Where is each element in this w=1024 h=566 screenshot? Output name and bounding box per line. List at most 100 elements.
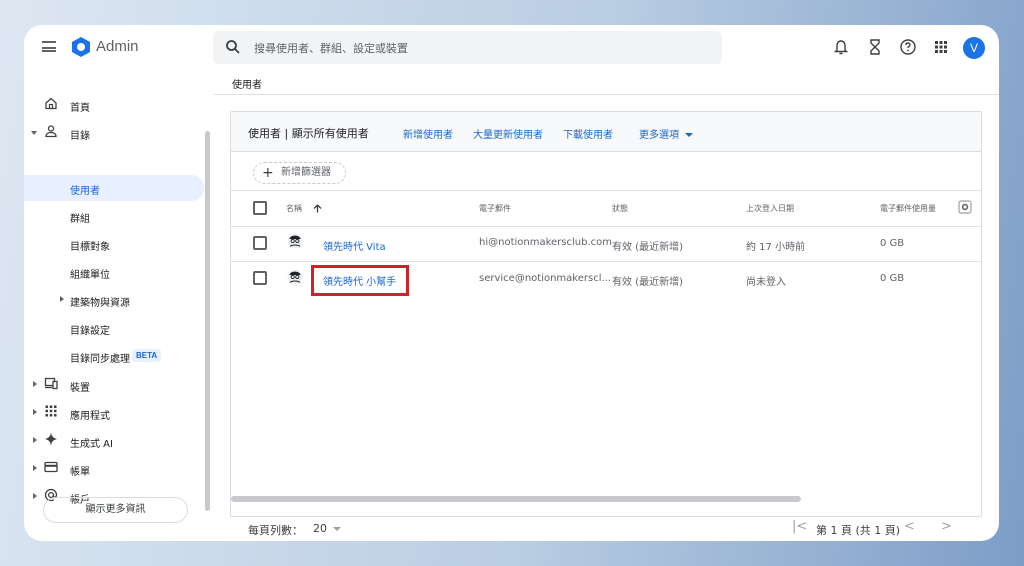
sidebar-item-generative-ai[interactable]: 生成式 AI	[24, 428, 204, 454]
more-options-button[interactable]: 更多選項	[639, 126, 693, 141]
horizontal-scrollbar[interactable]	[231, 496, 801, 502]
divider	[231, 190, 981, 191]
column-header-storage[interactable]: 電子郵件使用量	[880, 203, 936, 214]
sidebar-item-groups[interactable]: 群組	[24, 203, 204, 229]
user-email: service@notionmakerscl...	[479, 273, 612, 284]
column-header-last-login[interactable]: 上次登入日期	[746, 203, 794, 214]
sidebar-item-label: 裝置	[70, 383, 90, 394]
search-bar[interactable]: 搜尋使用者、群組、設定或裝置	[213, 31, 722, 64]
sidebar-item-buildings-resources[interactable]: 建築物與資源	[24, 287, 204, 313]
search-icon[interactable]	[225, 39, 241, 55]
apps-icon	[45, 405, 57, 417]
bell-icon[interactable]	[832, 38, 850, 56]
sidebar-item-label: 組織單位	[70, 270, 110, 281]
panel-title: 使用者 | 顯示所有使用者	[248, 127, 369, 140]
dropdown-arrow-icon	[685, 133, 693, 137]
sidebar-item-directory-settings[interactable]: 目錄設定	[24, 315, 204, 341]
sidebar: 首頁 目錄 使用者 群組 目標對象 組織單位 建築物與資源 目錄設定 目錄同步處…	[24, 75, 214, 541]
add-filter-label: 新增篩選器	[281, 167, 331, 178]
sidebar-item-devices[interactable]: 裝置	[24, 372, 204, 398]
sidebar-item-label: 帳單	[70, 467, 90, 478]
rows-per-page-value: 20	[313, 522, 327, 535]
sidebar-item-label: 群組	[70, 214, 90, 225]
download-users-button[interactable]: 下載使用者	[563, 126, 613, 141]
show-more-button[interactable]: 顯示更多資訊	[43, 497, 188, 523]
sidebar-item-directory-sync[interactable]: 目錄同步處理 BETA	[24, 343, 204, 369]
previous-page-icon[interactable]: <	[904, 519, 915, 534]
panel-header: 使用者 | 顯示所有使用者 新增使用者 大量更新使用者 下載使用者 更多選項	[231, 112, 981, 152]
sidebar-item-apps[interactable]: 應用程式	[24, 400, 204, 426]
billing-icon	[44, 461, 58, 473]
person-icon	[45, 125, 57, 138]
add-user-button[interactable]: 新增使用者	[403, 126, 453, 141]
sidebar-item-billing[interactable]: 帳單	[24, 456, 204, 482]
sort-up-icon[interactable]	[313, 204, 322, 213]
menu-icon[interactable]	[42, 41, 56, 52]
help-icon[interactable]	[899, 38, 917, 56]
rows-per-page-select[interactable]: 20	[313, 522, 341, 535]
row-checkbox[interactable]	[253, 236, 267, 250]
sidebar-item-label: 目錄	[70, 131, 90, 142]
sidebar-item-home[interactable]: 首頁	[24, 92, 204, 118]
chevron-right-icon[interactable]	[60, 296, 64, 302]
hourglass-icon[interactable]	[866, 38, 884, 56]
chevron-right-icon[interactable]	[33, 465, 37, 471]
breadcrumb[interactable]: 使用者	[232, 76, 262, 91]
sidebar-item-label: 目標對象	[70, 242, 110, 253]
user-storage: 0 GB	[880, 273, 905, 284]
row-checkbox[interactable]	[253, 271, 267, 285]
user-last-login: 尚未登入	[746, 277, 786, 288]
page-info: 第 1 頁 (共 1 頁)	[816, 524, 901, 537]
chevron-right-icon[interactable]	[33, 381, 37, 387]
chevron-right-icon[interactable]	[33, 493, 37, 499]
rows-per-page-label: 每頁列數：	[248, 524, 303, 537]
search-input[interactable]: 搜尋使用者、群組、設定或裝置	[254, 40, 408, 56]
sparkle-icon	[44, 432, 58, 446]
sidebar-item-users[interactable]: 使用者	[24, 175, 204, 201]
chevron-right-icon[interactable]	[33, 437, 37, 443]
next-page-icon[interactable]: >	[941, 519, 952, 534]
sidebar-item-label: 首頁	[70, 103, 90, 114]
home-icon	[45, 97, 57, 110]
dropdown-arrow-icon	[333, 527, 341, 531]
sidebar-item-directory[interactable]: 目錄	[24, 120, 204, 146]
plus-icon: +	[262, 165, 274, 181]
user-status: 有效 (最近新增)	[612, 242, 683, 253]
admin-console-window: Admin 搜尋使用者、群組、設定或裝置 V 首頁 目錄 使用者 群組 目標對象…	[24, 25, 999, 541]
users-panel: 使用者 | 顯示所有使用者 新增使用者 大量更新使用者 下載使用者 更多選項 +…	[230, 111, 982, 517]
more-options-label: 更多選項	[639, 130, 679, 141]
highlight-box	[311, 265, 409, 296]
column-header-name[interactable]: 名稱	[286, 203, 302, 214]
sidebar-item-label: 生成式 AI	[70, 439, 113, 450]
sidebar-scrollbar[interactable]	[205, 131, 210, 511]
app-title[interactable]: Admin	[96, 38, 139, 55]
apps-grid-icon[interactable]	[932, 38, 950, 56]
devices-icon	[44, 377, 58, 390]
sidebar-item-label: 建築物與資源	[70, 298, 130, 309]
sidebar-item-org-units[interactable]: 組織單位	[24, 259, 204, 285]
user-avatar-icon	[287, 233, 303, 249]
user-storage: 0 GB	[880, 238, 905, 249]
chevron-down-icon[interactable]	[31, 131, 37, 135]
select-all-checkbox[interactable]	[253, 201, 267, 215]
sidebar-item-label: 使用者	[70, 186, 100, 197]
divider	[214, 94, 999, 95]
column-header-email[interactable]: 電子郵件	[479, 203, 511, 214]
column-header-status[interactable]: 狀態	[612, 203, 628, 214]
chevron-right-icon[interactable]	[33, 409, 37, 415]
bulk-update-users-button[interactable]: 大量更新使用者	[473, 126, 543, 141]
first-page-icon[interactable]: |<	[792, 519, 807, 534]
user-last-login: 約 17 小時前	[746, 242, 806, 253]
user-name-link[interactable]: 領先時代 Vita	[323, 238, 386, 253]
beta-badge: BETA	[132, 349, 162, 362]
settings-icon[interactable]	[958, 200, 972, 214]
divider	[231, 226, 981, 227]
sidebar-item-label: 目錄同步處理	[70, 354, 130, 365]
divider	[231, 261, 981, 262]
add-filter-button[interactable]: + 新增篩選器	[253, 162, 346, 184]
sidebar-item-target-audiences[interactable]: 目標對象	[24, 231, 204, 257]
top-bar: Admin 搜尋使用者、群組、設定或裝置 V	[24, 25, 999, 75]
admin-logo-icon[interactable]	[70, 36, 92, 58]
account-avatar[interactable]: V	[963, 37, 985, 59]
user-email: hi@notionmakersclub.com	[479, 237, 613, 248]
